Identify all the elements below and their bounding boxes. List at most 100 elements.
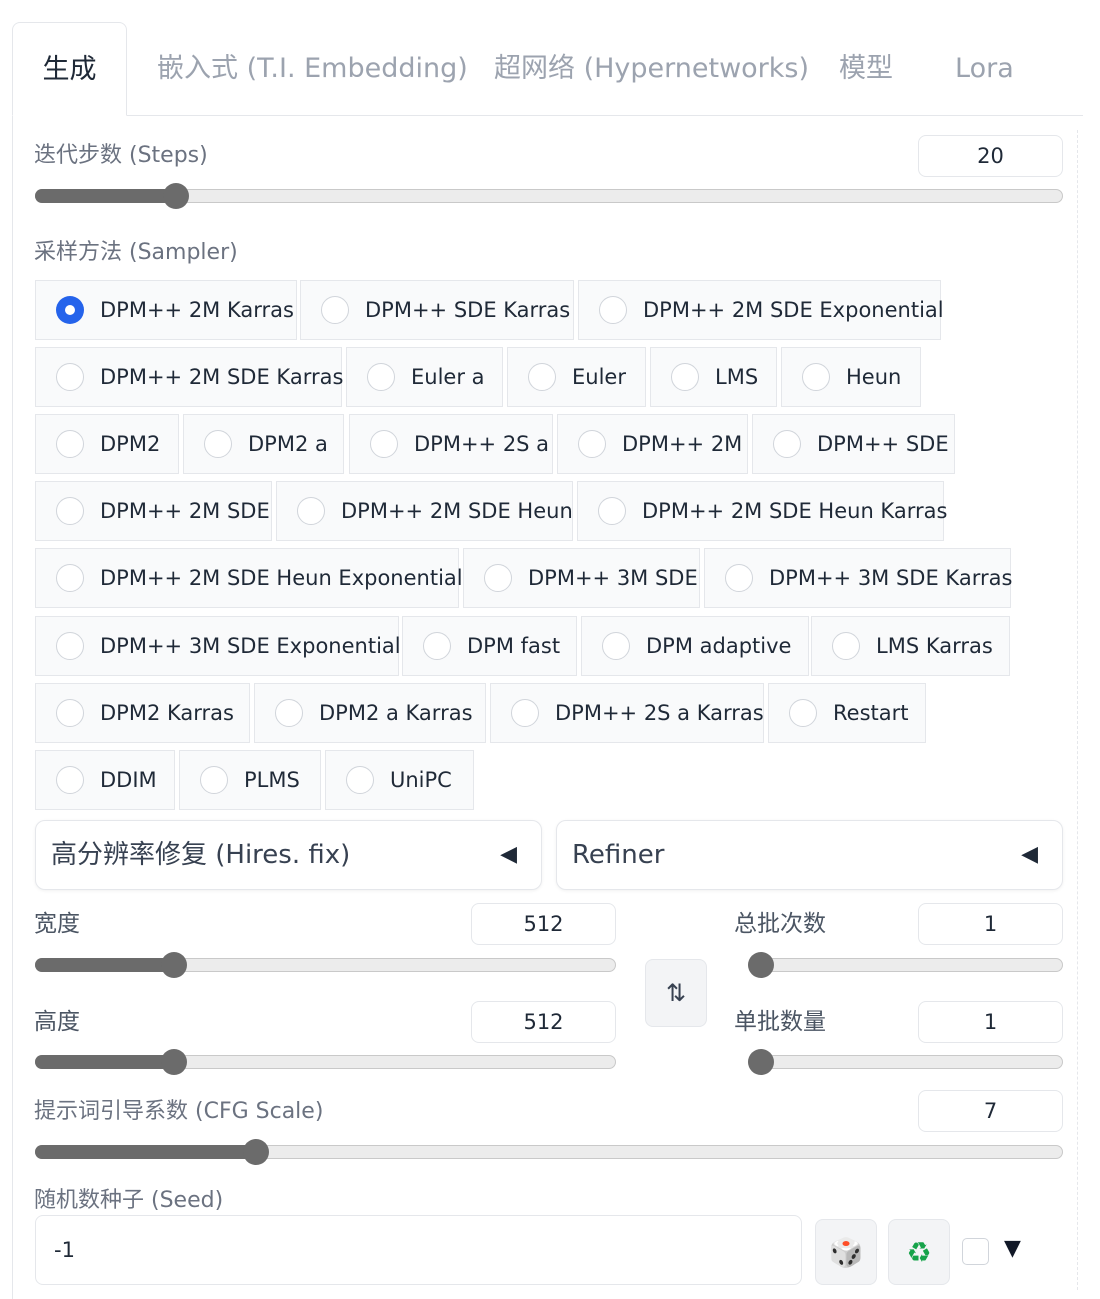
radio-button[interactable]	[321, 296, 349, 324]
slider-fill	[35, 958, 174, 972]
expand-arrow-icon[interactable]: ▼	[1004, 1236, 1021, 1261]
radio-button[interactable]	[367, 363, 395, 391]
sampler-option[interactable]: DPM++ 2M SDE Heun Karras	[577, 481, 948, 541]
slider-thumb[interactable]	[748, 952, 774, 978]
radio-button[interactable]	[511, 699, 539, 727]
sampler-option[interactable]: Euler	[507, 347, 646, 407]
sampler-option[interactable]: DPM2 Karras	[35, 683, 250, 743]
reuse-seed-button[interactable]: ♻	[888, 1219, 950, 1285]
height-number-input[interactable]: 512	[471, 1001, 616, 1043]
steps-number-input[interactable]: 20	[918, 135, 1063, 177]
radio-button[interactable]	[297, 497, 325, 525]
sampler-option[interactable]: Euler a	[346, 347, 503, 407]
radio-button[interactable]	[56, 632, 84, 660]
hires-fix-accordion[interactable]: 高分辨率修复 (Hires. fix) ◀	[35, 820, 542, 890]
sampler-option[interactable]: Heun	[781, 347, 921, 407]
sampler-option[interactable]: DPM++ 2M SDE Karras	[35, 347, 343, 407]
extra-seed-checkbox[interactable]	[962, 1238, 989, 1265]
steps-slider[interactable]	[35, 183, 1063, 209]
radio-button[interactable]	[200, 766, 228, 794]
batch-count-number-input[interactable]: 1	[918, 903, 1063, 945]
radio-button[interactable]	[602, 632, 630, 660]
sampler-option[interactable]: DPM fast	[402, 616, 577, 676]
sampler-option[interactable]: DPM++ 2S a	[349, 414, 553, 474]
height-slider[interactable]	[35, 1049, 616, 1075]
slider-thumb[interactable]	[163, 183, 189, 209]
radio-button[interactable]	[484, 564, 512, 592]
batch-count-slider[interactable]	[748, 952, 1063, 978]
refiner-accordion[interactable]: Refiner ◀	[556, 820, 1063, 890]
radio-button[interactable]	[578, 430, 606, 458]
radio-button[interactable]	[725, 564, 753, 592]
slider-track	[748, 1055, 1063, 1069]
sampler-option[interactable]: DPM2	[35, 414, 179, 474]
radio-button[interactable]	[275, 699, 303, 727]
sampler-option[interactable]: DPM++ 2M SDE Exponential	[578, 280, 944, 340]
radio-button[interactable]	[789, 699, 817, 727]
radio-button[interactable]	[528, 363, 556, 391]
sampler-option[interactable]: DPM adaptive	[581, 616, 809, 676]
dice-icon: 🎲	[828, 1235, 864, 1269]
sampler-option[interactable]: DDIM	[35, 750, 175, 810]
width-slider[interactable]	[35, 952, 616, 978]
radio-button[interactable]	[802, 363, 830, 391]
width-number-input[interactable]: 512	[471, 903, 616, 945]
tab-generate[interactable]: 生成	[12, 22, 127, 116]
sampler-option[interactable]: DPM++ 3M SDE Karras	[704, 548, 1012, 608]
radio-button[interactable]	[56, 296, 84, 324]
radio-button[interactable]	[56, 497, 84, 525]
sampler-option-label: DPM++ 2M SDE Heun Karras	[642, 499, 948, 523]
batch-count-label: 总批次数	[734, 911, 826, 937]
sampler-option[interactable]: DPM++ 3M SDE	[463, 548, 700, 608]
cfg-scale-number-input[interactable]: 7	[918, 1090, 1063, 1132]
seed-input[interactable]: -1	[35, 1215, 802, 1285]
tab-hypernetworks[interactable]: 超网络 (Hypernetworks)	[494, 22, 809, 116]
radio-button[interactable]	[598, 497, 626, 525]
sampler-option[interactable]: DPM++ 2S a Karras	[490, 683, 764, 743]
slider-thumb[interactable]	[243, 1139, 269, 1165]
slider-thumb[interactable]	[161, 1049, 187, 1075]
radio-button[interactable]	[832, 632, 860, 660]
sampler-option[interactable]: DPM++ 2M	[557, 414, 748, 474]
radio-button[interactable]	[56, 430, 84, 458]
tab-lora[interactable]: Lora	[955, 22, 1014, 116]
radio-button[interactable]	[370, 430, 398, 458]
radio-button[interactable]	[56, 564, 84, 592]
sampler-option[interactable]: PLMS	[179, 750, 321, 810]
radio-button[interactable]	[56, 363, 84, 391]
sampler-option[interactable]: DPM++ SDE	[752, 414, 955, 474]
sampler-option-label: DPM++ 2M	[622, 432, 743, 456]
radio-button[interactable]	[423, 632, 451, 660]
sampler-option[interactable]: LMS Karras	[811, 616, 1010, 676]
cfg-scale-slider[interactable]	[35, 1139, 1063, 1165]
radio-button[interactable]	[56, 766, 84, 794]
radio-button[interactable]	[346, 766, 374, 794]
radio-button[interactable]	[671, 363, 699, 391]
swap-dimensions-button[interactable]: ⇅	[645, 959, 707, 1027]
sampler-option[interactable]: DPM++ SDE Karras	[300, 280, 574, 340]
sampler-option[interactable]: DPM2 a Karras	[254, 683, 486, 743]
radio-button[interactable]	[773, 430, 801, 458]
radio-button[interactable]	[56, 699, 84, 727]
sampler-option-label: DPM++ 3M SDE Exponential	[100, 634, 401, 658]
radio-button[interactable]	[204, 430, 232, 458]
sampler-option-label: DPM++ 2M SDE Heun Exponential	[100, 566, 463, 590]
sampler-option[interactable]: DPM++ 2M SDE	[35, 481, 272, 541]
sampler-option[interactable]: DPM++ 2M Karras	[35, 280, 297, 340]
radio-button[interactable]	[599, 296, 627, 324]
batch-size-number-input[interactable]: 1	[918, 1001, 1063, 1043]
slider-thumb[interactable]	[748, 1049, 774, 1075]
sampler-option[interactable]: UniPC	[325, 750, 474, 810]
sampler-option[interactable]: DPM2 a	[183, 414, 344, 474]
sampler-option-label: DPM++ 2M Karras	[100, 298, 294, 322]
sampler-option[interactable]: DPM++ 3M SDE Exponential	[35, 616, 401, 676]
tab-textual-inversion[interactable]: 嵌入式 (T.I. Embedding)	[157, 22, 468, 116]
slider-thumb[interactable]	[161, 952, 187, 978]
batch-size-slider[interactable]	[748, 1049, 1063, 1075]
sampler-option[interactable]: Restart	[768, 683, 926, 743]
sampler-option[interactable]: DPM++ 2M SDE Heun	[276, 481, 573, 541]
random-seed-button[interactable]: 🎲	[815, 1219, 877, 1285]
sampler-option[interactable]: LMS	[650, 347, 777, 407]
tab-checkpoints[interactable]: 模型	[839, 22, 893, 116]
sampler-option[interactable]: DPM++ 2M SDE Heun Exponential	[35, 548, 463, 608]
